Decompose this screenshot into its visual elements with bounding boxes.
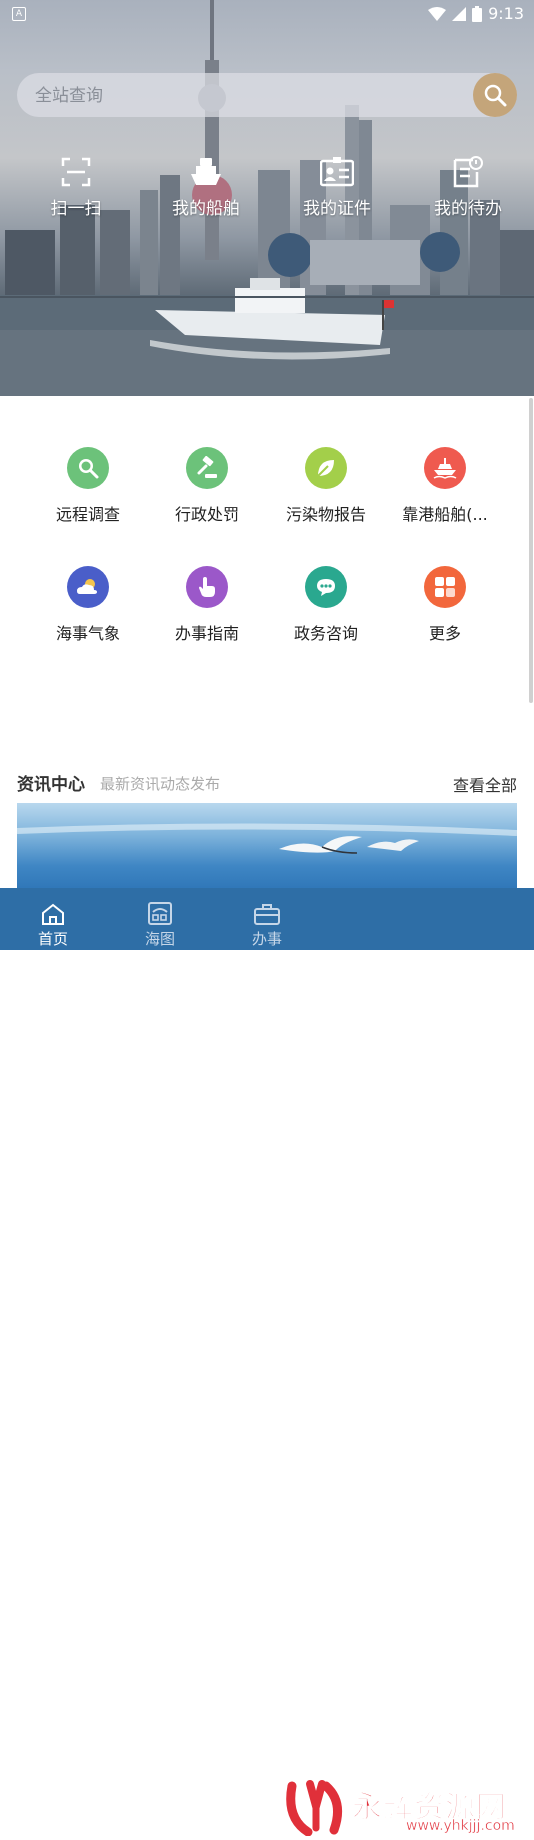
battery-icon <box>472 5 483 22</box>
service-more[interactable]: 更多 <box>385 566 505 644</box>
quick-action-my-ships[interactable]: 我的船舶 <box>151 152 261 219</box>
tab-label: 首页 <box>37 930 68 948</box>
service-maritime-weather[interactable]: 海事气象 <box>28 566 148 644</box>
quick-action-label: 扫一扫 <box>50 199 102 219</box>
service-label: 远程调查 <box>55 505 120 524</box>
wifi-icon <box>428 6 447 21</box>
seagull-illustration <box>17 823 517 854</box>
service-icon-bg <box>67 566 109 608</box>
service-label: 行政处罚 <box>174 505 239 524</box>
status-bar: A 9:13 <box>0 0 534 28</box>
search-button[interactable] <box>473 73 517 117</box>
chat-icon <box>317 579 335 596</box>
watermark-logo <box>286 1780 343 1837</box>
leaf-icon <box>317 460 334 477</box>
service-label: 靠港船舶(... <box>402 505 488 524</box>
view-all-link[interactable]: 查看全部 <box>453 772 517 796</box>
service-pollutant-report[interactable]: 污染物报告 <box>266 447 386 525</box>
service-berthed-vessels[interactable]: 靠港船舶(... <box>385 447 505 525</box>
service-icon-bg <box>186 566 228 608</box>
weather-icon <box>77 579 97 594</box>
quick-action-label: 我的船舶 <box>172 199 240 219</box>
notification-indicator: A <box>12 7 26 21</box>
news-banner-image[interactable] <box>17 803 517 893</box>
service-guide[interactable]: 办事指南 <box>147 566 267 644</box>
scan-icon <box>61 157 91 187</box>
id-card-icon <box>320 157 354 187</box>
scrollbar[interactable] <box>529 398 533 703</box>
pointer-hand-icon <box>199 577 215 597</box>
service-label: 政务咨询 <box>293 624 358 643</box>
gavel-icon <box>197 456 217 478</box>
news-section-subtitle: 最新资讯动态发布 <box>100 775 221 793</box>
todo-icon <box>453 156 483 188</box>
magnifier-icon <box>79 459 99 479</box>
vessel-icon <box>433 458 457 479</box>
news-section-title: 资讯中心 <box>17 775 85 795</box>
home-icon <box>42 903 64 925</box>
grid-more-icon <box>435 577 455 597</box>
service-icon-bg <box>305 566 347 608</box>
quick-action-label: 我的证件 <box>303 199 371 219</box>
service-label: 办事指南 <box>174 624 239 643</box>
service-icon-bg <box>305 447 347 489</box>
ship-icon <box>191 158 221 185</box>
search-bar[interactable] <box>17 73 517 119</box>
service-consultation[interactable]: 政务咨询 <box>266 566 386 644</box>
tab-label: 办事 <box>251 930 282 948</box>
signal-icon <box>452 6 467 21</box>
service-label: 污染物报告 <box>285 505 366 524</box>
watermark-url: www.yhkjjj.com <box>406 1818 515 1834</box>
service-label: 更多 <box>428 624 461 643</box>
service-icon-bg <box>424 447 466 489</box>
service-icon-bg <box>67 447 109 489</box>
quick-action-scan[interactable]: 扫一扫 <box>21 152 131 219</box>
tab-services[interactable]: 办事 <box>227 888 307 950</box>
tab-sea-chart[interactable]: 海图 <box>120 888 200 950</box>
service-icon-bg <box>424 566 466 608</box>
service-remote-investigation[interactable]: 远程调查 <box>28 447 148 525</box>
chart-map-icon <box>148 902 172 925</box>
service-label: 海事气象 <box>55 624 120 643</box>
bottom-tab-bar: 首页 海图 办事 永辉资源网 www.yhkjjj.com <box>0 888 534 1837</box>
search-input[interactable] <box>17 73 477 119</box>
briefcase-icon <box>254 904 280 925</box>
service-icon-bg <box>186 447 228 489</box>
clock: 9:13 <box>488 4 524 23</box>
tab-label: 海图 <box>144 930 175 948</box>
hero-banner: A 9:13 扫一扫 <box>0 0 534 396</box>
quick-action-my-todo[interactable]: 我的待办 <box>413 152 523 219</box>
service-administrative-penalty[interactable]: 行政处罚 <box>147 447 267 525</box>
quick-action-my-certificates[interactable]: 我的证件 <box>282 152 392 219</box>
quick-action-label: 我的待办 <box>434 199 502 219</box>
tab-home[interactable]: 首页 <box>13 888 93 950</box>
search-icon <box>484 84 507 107</box>
watermark: 永辉资源网 www.yhkjjj.com <box>286 1778 534 1838</box>
